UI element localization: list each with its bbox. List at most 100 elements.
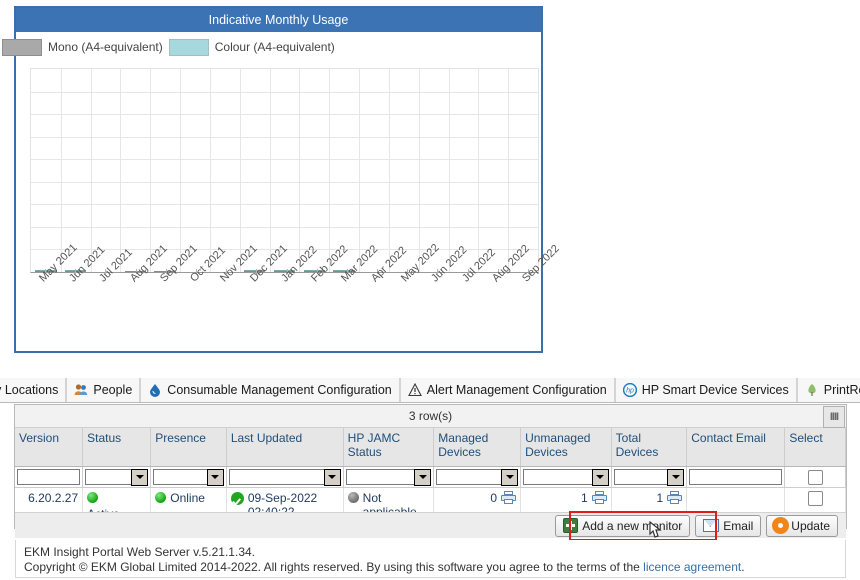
- column-chooser-icon[interactable]: IIII: [823, 406, 845, 428]
- grid-button-bar[interactable]: Add a new monitor Email Update: [15, 512, 846, 538]
- legend-swatch-mono: [2, 39, 42, 56]
- device-count-value: 0: [490, 491, 497, 505]
- bar-group[interactable]: [91, 69, 121, 272]
- filter-dropdown-status[interactable]: [131, 469, 148, 486]
- table-head: VersionStatusPresenceLast UpdatedHP JAMC…: [15, 428, 846, 488]
- filter-dropdown-hp_jamc[interactable]: [414, 469, 431, 486]
- bar-group[interactable]: [329, 69, 359, 272]
- column-header-managed[interactable]: Managed Devices: [434, 428, 521, 467]
- legend-swatch-colour: [169, 39, 209, 56]
- column-header-hp_jamc[interactable]: HP JAMC Status: [343, 428, 434, 467]
- device-count: 0: [438, 491, 516, 505]
- chevron-down-icon: [328, 475, 336, 479]
- filter-cell-version[interactable]: [15, 467, 83, 488]
- filter-cell-status[interactable]: [83, 467, 151, 488]
- footer-version: EKM Insight Portal Web Server v.5.21.1.3…: [24, 545, 837, 559]
- printer-icon[interactable]: [667, 491, 682, 504]
- bar-group[interactable]: [150, 69, 180, 272]
- select-all-checkbox[interactable]: [808, 470, 823, 485]
- tab-people[interactable]: People: [66, 378, 140, 402]
- chevron-down-icon: [506, 475, 514, 479]
- filter-input-unmanaged[interactable]: [523, 469, 593, 485]
- chevron-down-icon: [419, 475, 427, 479]
- filter-input-hp_jamc[interactable]: [346, 469, 416, 485]
- table-header-row: VersionStatusPresenceLast UpdatedHP JAMC…: [15, 428, 846, 467]
- tab-hp-smart-device-services[interactable]: hp HP Smart Device Services: [615, 378, 797, 402]
- bar-group[interactable]: [240, 69, 270, 272]
- bar-group[interactable]: [389, 69, 419, 272]
- filter-cell-last_updated[interactable]: [226, 467, 343, 488]
- button-label: Email: [723, 519, 753, 533]
- people-icon: [74, 383, 88, 397]
- tab-label: People: [93, 383, 132, 397]
- page-title: Indicative Monthly Usage: [209, 13, 349, 27]
- filter-input-contact[interactable]: [689, 469, 782, 485]
- device-count-value: 1: [657, 491, 664, 505]
- device-count: 1: [616, 491, 683, 505]
- bar-group[interactable]: [210, 69, 240, 272]
- column-header-contact[interactable]: Contact Email: [687, 428, 785, 467]
- legend-label-colour: Colour (A4-equivalent): [215, 40, 335, 54]
- filter-input-version[interactable]: [17, 469, 80, 485]
- filter-dropdown-presence[interactable]: [207, 469, 224, 486]
- bar-group[interactable]: [31, 69, 61, 272]
- chart-bars: [31, 69, 538, 272]
- bar-group[interactable]: [120, 69, 150, 272]
- svg-text:hp: hp: [626, 388, 634, 395]
- filter-input-presence[interactable]: [153, 469, 208, 485]
- bar-group[interactable]: [478, 69, 508, 272]
- printer-icon[interactable]: [501, 491, 516, 504]
- chart-plot-area: May 2021Jun 2021Jul 2021Aug 2021Sep 2021…: [16, 62, 541, 349]
- filter-cell-select[interactable]: [785, 467, 846, 488]
- bar-group[interactable]: [449, 69, 479, 272]
- bar-group[interactable]: [180, 69, 210, 272]
- column-header-version[interactable]: Version: [15, 428, 83, 467]
- filter-dropdown-total[interactable]: [667, 469, 684, 486]
- column-header-status[interactable]: Status: [83, 428, 151, 467]
- licence-agreement-link[interactable]: licence agreement: [643, 560, 741, 574]
- tab-consumable-management-configuration[interactable]: Consumable Management Configuration: [140, 378, 399, 402]
- bar-group[interactable]: [61, 69, 91, 272]
- bar-group[interactable]: [270, 69, 300, 272]
- update-button[interactable]: Update: [766, 515, 838, 537]
- row-select-checkbox[interactable]: [808, 491, 823, 506]
- column-header-select[interactable]: Select: [785, 428, 846, 467]
- chevron-down-icon: [672, 475, 680, 479]
- tab-strip[interactable]: ery Locations People Consumable Management…: [0, 378, 860, 403]
- filter-input-status[interactable]: [85, 469, 132, 485]
- tab-printreleaf[interactable]: PrintReleaf: [797, 378, 860, 402]
- column-header-total[interactable]: Total Devices: [611, 428, 687, 467]
- filter-cell-unmanaged[interactable]: [521, 467, 612, 488]
- hp-logo-icon: hp: [623, 383, 637, 397]
- filter-cell-total[interactable]: [611, 467, 687, 488]
- filter-input-last_updated[interactable]: [229, 469, 325, 485]
- chart-title-bar: Indicative Monthly Usage: [16, 8, 541, 32]
- footer-copyright-period: .: [741, 560, 744, 574]
- printer-icon[interactable]: [592, 491, 607, 504]
- row-count-label: 3 row(s): [409, 409, 452, 423]
- filter-dropdown-managed[interactable]: [501, 469, 518, 486]
- column-header-last_updated[interactable]: Last Updated: [226, 428, 343, 467]
- filter-input-managed[interactable]: [436, 469, 502, 485]
- envelope-icon: [703, 519, 719, 532]
- bar-group[interactable]: [359, 69, 389, 272]
- column-header-presence[interactable]: Presence: [151, 428, 227, 467]
- filter-cell-presence[interactable]: [151, 467, 227, 488]
- filter-cell-hp_jamc[interactable]: [343, 467, 434, 488]
- email-button[interactable]: Email: [695, 515, 761, 537]
- legend-label-mono: Mono (A4-equivalent): [48, 40, 163, 54]
- tab-label: HP Smart Device Services: [642, 383, 789, 397]
- footer-copyright-text: Copyright © EKM Global Limited 2014-2022…: [24, 560, 643, 574]
- filter-cell-contact[interactable]: [687, 467, 785, 488]
- tab-delivery-locations[interactable]: ery Locations: [0, 378, 66, 402]
- bar-group[interactable]: [299, 69, 329, 272]
- tab-alert-management-configuration[interactable]: Alert Management Configuration: [400, 378, 615, 402]
- filter-cell-managed[interactable]: [434, 467, 521, 488]
- monitors-grid: 3 row(s) IIII VersionStatusPresenceLast …: [14, 404, 847, 529]
- table-filter-row[interactable]: [15, 467, 846, 488]
- filter-dropdown-unmanaged[interactable]: [592, 469, 609, 486]
- column-header-unmanaged[interactable]: Unmanaged Devices: [521, 428, 612, 467]
- filter-input-total[interactable]: [614, 469, 669, 485]
- add-a-new-monitor-button[interactable]: Add a new monitor: [555, 515, 690, 537]
- filter-dropdown-last_updated[interactable]: [324, 469, 341, 486]
